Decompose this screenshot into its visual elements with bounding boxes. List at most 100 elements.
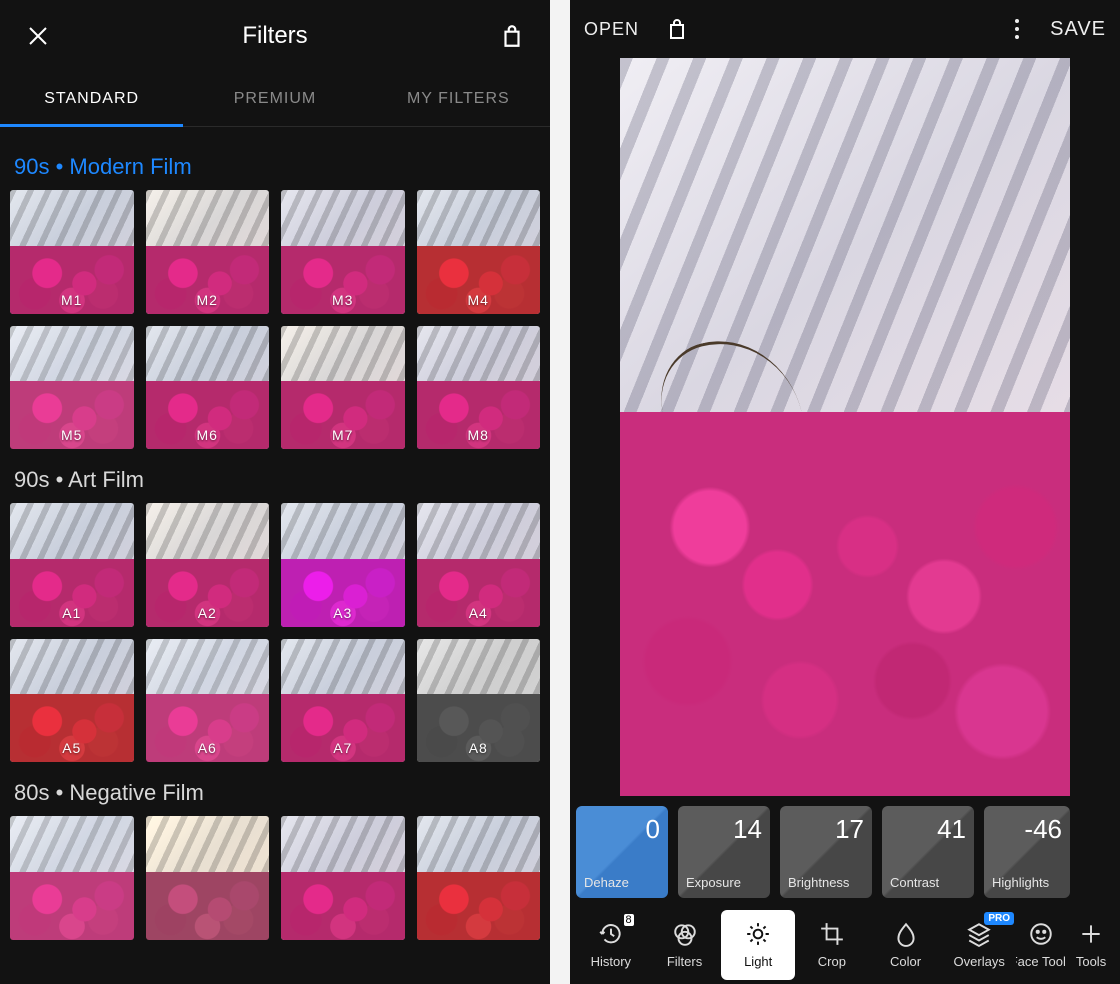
filter-label: M1 (10, 292, 134, 308)
tools-icon (1078, 921, 1104, 950)
tool-label: Overlays (954, 954, 1005, 969)
filter-thumb-preview[interactable] (417, 816, 541, 940)
shop-icon[interactable] (492, 16, 532, 56)
tool-filters[interactable]: Filters (648, 910, 722, 980)
filter-thumb-M6[interactable]: M6 (146, 326, 270, 450)
filter-thumb-M3[interactable]: M3 (281, 190, 405, 314)
adjust-label: Dehaze (584, 875, 660, 890)
light-icon (745, 921, 771, 950)
tab-my-filters[interactable]: MY FILTERS (367, 72, 550, 126)
filter-thumb-M2[interactable]: M2 (146, 190, 270, 314)
filter-label: M5 (10, 427, 134, 443)
filter-thumb-preview[interactable] (10, 816, 134, 940)
adjust-value: 41 (890, 814, 966, 845)
history-count-badge: 8 (624, 914, 634, 926)
tool-label: Crop (818, 954, 846, 969)
tool-label: Filters (667, 954, 702, 969)
bottom-toolbar: 8 History Filters Light Crop Color PRO Overlays… (570, 906, 1120, 984)
adjust-exposure[interactable]: 14 Exposure (678, 806, 770, 898)
filter-thumb-preview[interactable] (146, 816, 270, 940)
adjust-label: Contrast (890, 875, 966, 890)
overlays-icon (966, 921, 992, 950)
tool-color[interactable]: Color (869, 910, 943, 980)
image-canvas[interactable] (620, 58, 1070, 796)
filter-thumb-preview[interactable] (281, 816, 405, 940)
adjust-value: 0 (584, 814, 660, 845)
tool-label: Light (744, 954, 772, 969)
tool-light[interactable]: Light (721, 910, 795, 980)
filter-thumb-A6[interactable]: A6 (146, 639, 270, 763)
filter-thumb-M8[interactable]: M8 (417, 326, 541, 450)
adjust-value: -46 (992, 814, 1062, 845)
adjust-value: 17 (788, 814, 864, 845)
adjust-value: 14 (686, 814, 762, 845)
tool-label: Color (890, 954, 921, 969)
filters-screen: Filters STANDARDPREMIUMMY FILTERS 90s • … (0, 0, 550, 984)
filter-label: M8 (417, 427, 541, 443)
tool-tools[interactable]: Tools (1066, 910, 1116, 980)
tool-label: Face Tools (1016, 954, 1066, 969)
filter-thumb-A3[interactable]: A3 (281, 503, 405, 627)
filter-label: A7 (281, 740, 405, 756)
filter-label: M2 (146, 292, 270, 308)
shop-icon[interactable] (657, 9, 697, 49)
filter-label: M4 (417, 292, 541, 308)
save-button[interactable]: SAVE (1050, 18, 1106, 41)
filter-tabs: STANDARDPREMIUMMY FILTERS (0, 72, 550, 127)
adjust-brightness[interactable]: 17 Brightness (780, 806, 872, 898)
adjust-label: Exposure (686, 875, 762, 890)
tool-crop[interactable]: Crop (795, 910, 869, 980)
close-icon[interactable] (18, 16, 58, 56)
adjust-highlights[interactable]: -46 Highlights (984, 806, 1070, 898)
more-icon[interactable] (1002, 14, 1032, 44)
filter-thumb-A1[interactable]: A1 (10, 503, 134, 627)
tool-label: History (591, 954, 631, 969)
filter-thumb-M5[interactable]: M5 (10, 326, 134, 450)
filter-label: A3 (281, 605, 405, 621)
filter-grid: M1 M2 M3 M4 M5 M6 M7 M8 (10, 190, 540, 449)
filter-thumb-M1[interactable]: M1 (10, 190, 134, 314)
filter-grid (10, 816, 540, 940)
filter-label: A5 (10, 740, 134, 756)
history-icon (598, 921, 624, 950)
adjust-label: Highlights (992, 875, 1062, 890)
filter-thumb-A4[interactable]: A4 (417, 503, 541, 627)
filters-title: Filters (242, 22, 307, 50)
filter-section-title[interactable]: 90s • Art Film (14, 467, 536, 493)
filter-label: A2 (146, 605, 270, 621)
tab-premium[interactable]: PREMIUM (183, 72, 366, 126)
tab-standard[interactable]: STANDARD (0, 72, 183, 126)
open-button[interactable]: OPEN (584, 19, 639, 40)
adjust-contrast[interactable]: 41 Contrast (882, 806, 974, 898)
filters-header: Filters (0, 0, 550, 72)
tool-history[interactable]: 8 History (574, 910, 648, 980)
tool-label: Tools (1076, 954, 1106, 969)
filter-section-title[interactable]: 90s • Modern Film (14, 154, 536, 180)
filter-label: M3 (281, 292, 405, 308)
filter-label: M7 (281, 427, 405, 443)
tool-face-tools[interactable]: Face Tools (1016, 910, 1066, 980)
filter-label: A6 (146, 740, 270, 756)
filter-list[interactable]: 90s • Modern Film M1 M2 M3 M4 M5 M6 M7 M8 90s • A… (0, 126, 550, 984)
adjustments-row[interactable]: 0 Dehaze 14 Exposure 17 Brightness 41 Contrast -… (576, 806, 1120, 898)
tool-overlays[interactable]: PRO Overlays (942, 910, 1016, 980)
pro-badge: PRO (984, 912, 1014, 925)
filter-thumb-A2[interactable]: A2 (146, 503, 270, 627)
filter-thumb-A5[interactable]: A5 (10, 639, 134, 763)
editor-screen: OPEN SAVE 0 Dehaze 14 Exposure 17 Brightness 4… (570, 0, 1120, 984)
color-icon (893, 921, 919, 950)
filter-grid: A1 A2 A3 A4 A5 A6 A7 A8 (10, 503, 540, 762)
filter-thumb-M4[interactable]: M4 (417, 190, 541, 314)
filters-icon (672, 921, 698, 950)
adjust-label: Brightness (788, 875, 864, 890)
filter-section-title[interactable]: 80s • Negative Film (14, 780, 536, 806)
adjust-dehaze[interactable]: 0 Dehaze (576, 806, 668, 898)
filter-label: A4 (417, 605, 541, 621)
filter-thumb-A7[interactable]: A7 (281, 639, 405, 763)
filter-label: A1 (10, 605, 134, 621)
filter-label: A8 (417, 740, 541, 756)
editor-header: OPEN SAVE (570, 0, 1120, 58)
filter-label: M6 (146, 427, 270, 443)
filter-thumb-A8[interactable]: A8 (417, 639, 541, 763)
filter-thumb-M7[interactable]: M7 (281, 326, 405, 450)
